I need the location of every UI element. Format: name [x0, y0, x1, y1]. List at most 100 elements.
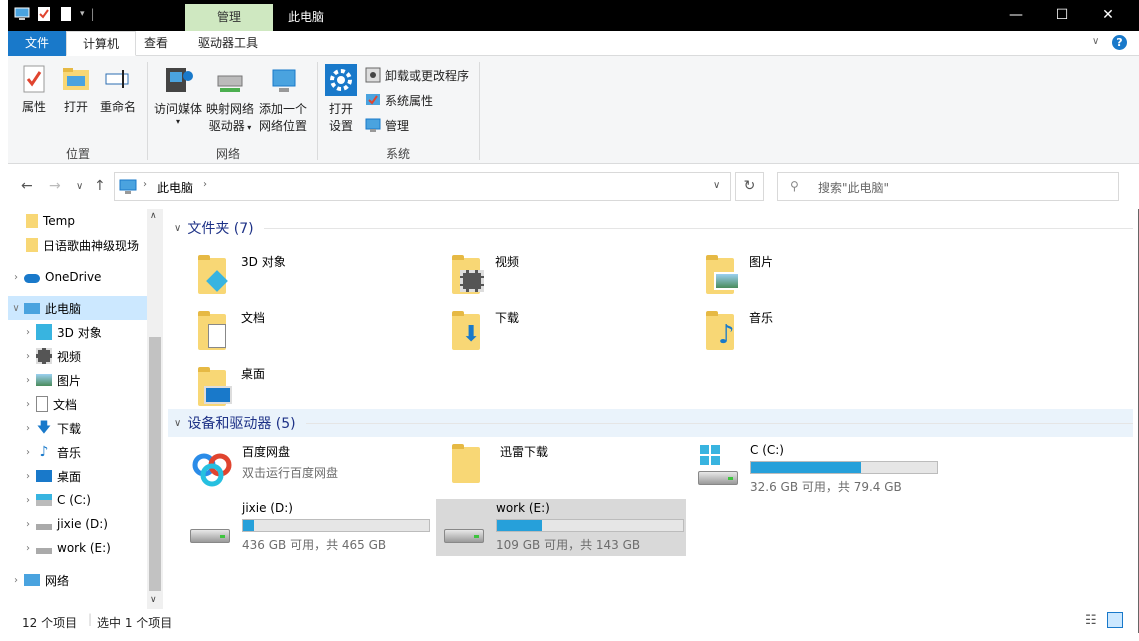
- context-tab-manage[interactable]: 管理: [185, 4, 273, 31]
- expand-chevron-icon[interactable]: ›: [20, 495, 36, 506]
- expand-chevron-icon[interactable]: ›: [20, 423, 36, 434]
- up-arrow-icon[interactable]: ↑: [94, 178, 106, 194]
- desktop-icon: [36, 470, 52, 482]
- close-button[interactable]: ✕: [1085, 0, 1131, 31]
- scrollbar-thumb[interactable]: [149, 337, 161, 591]
- drive-e[interactable]: work (E:) 109 GB 可用，共 143 GB: [436, 499, 686, 556]
- folder-music[interactable]: ♪ 音乐: [700, 303, 773, 357]
- search-input[interactable]: ⚲ 搜索"此电脑": [777, 172, 1119, 201]
- address-dropdown-icon[interactable]: ∨: [713, 180, 720, 191]
- details-view-icon[interactable]: ☷: [1085, 613, 1097, 628]
- back-arrow-icon[interactable]: ←: [21, 178, 33, 194]
- expand-chevron-icon[interactable]: ›: [20, 447, 36, 458]
- computer-icon[interactable]: [14, 6, 30, 22]
- folder-label: 桌面: [241, 367, 266, 381]
- help-icon[interactable]: ?: [1112, 35, 1127, 50]
- nav-item-drive-d[interactable]: › jixie (D:): [8, 512, 147, 536]
- drive-c[interactable]: C (C:) 32.6 GB 可用，共 79.4 GB: [696, 441, 938, 503]
- uninstall-button[interactable]: 卸载或更改程序: [365, 65, 469, 85]
- recent-locations-icon[interactable]: ∨: [76, 181, 83, 192]
- open-settings-button[interactable]: 打开 设置: [322, 64, 360, 135]
- expand-chevron-icon[interactable]: ›: [20, 399, 36, 410]
- breadcrumb-chevron-icon[interactable]: ›: [203, 179, 207, 190]
- tab-computer[interactable]: 计算机: [66, 31, 136, 56]
- scroll-down-icon[interactable]: ∨: [150, 595, 157, 605]
- expand-chevron-icon[interactable]: ›: [20, 471, 36, 482]
- nav-item-videos[interactable]: › 视频: [8, 344, 147, 368]
- map-drive-button[interactable]: 映射网络 驱动器 ▾: [205, 64, 255, 136]
- nav-item-pictures[interactable]: › 图片: [8, 368, 147, 392]
- nav-label: 3D 对象: [57, 325, 102, 340]
- nav-item-documents[interactable]: › 文档: [8, 392, 147, 416]
- folder-documents[interactable]: 文档: [192, 303, 265, 357]
- maximize-button[interactable]: ☐: [1039, 0, 1085, 31]
- nav-label: 视频: [57, 349, 82, 364]
- group-divider: [147, 62, 148, 160]
- tab-drive-tools[interactable]: 驱动器工具: [188, 31, 268, 56]
- collapse-ribbon-icon[interactable]: ∨: [1092, 36, 1099, 47]
- manage-button[interactable]: 管理: [365, 115, 409, 135]
- address-field[interactable]: › 此电脑 › ∨: [114, 172, 731, 201]
- music-note-icon: ♪: [718, 320, 735, 350]
- device-baidu-netdisk[interactable]: 百度网盘 双击运行百度网盘: [188, 441, 338, 503]
- title-bar: ▾ | 管理 此电脑 — ☐ ✕: [8, 0, 1139, 31]
- properties-icon: [23, 65, 45, 93]
- selection-count: 选中 1 个项目: [97, 616, 173, 630]
- folder-videos[interactable]: 视频: [446, 247, 519, 301]
- nav-item-desktop[interactable]: › 桌面: [8, 464, 147, 488]
- folder-3d-objects[interactable]: 3D 对象: [192, 247, 286, 301]
- properties-button[interactable]: 属性: [16, 64, 52, 116]
- drive-usage-bar: [750, 461, 938, 474]
- nav-item-this-pc[interactable]: ∨ 此电脑: [8, 296, 147, 320]
- tab-file[interactable]: 文件: [8, 31, 66, 56]
- refresh-button[interactable]: ↻: [735, 172, 764, 201]
- large-icons-view-icon[interactable]: [1107, 612, 1123, 628]
- drive-name: C (C:): [750, 443, 784, 457]
- nav-item-drive-c[interactable]: › C (C:): [8, 488, 147, 512]
- collapse-chevron-icon[interactable]: ∨: [8, 303, 24, 314]
- expand-chevron-icon[interactable]: ›: [20, 375, 36, 386]
- new-file-icon[interactable]: [58, 6, 74, 22]
- nav-item-downloads[interactable]: › 🡇 下载: [8, 416, 147, 440]
- nav-item-3d-objects[interactable]: › 3D 对象: [8, 320, 147, 344]
- folder-desktop[interactable]: 桌面: [192, 359, 265, 413]
- drives-section-header[interactable]: ∨ 设备和驱动器 (5): [168, 409, 1133, 437]
- access-media-button[interactable]: 访问媒体 ▾: [152, 64, 204, 126]
- folder-label: 文档: [241, 311, 266, 325]
- nav-item-onedrive[interactable]: › OneDrive: [8, 265, 147, 289]
- scroll-up-icon[interactable]: ∧: [150, 211, 157, 221]
- open-button[interactable]: 打开: [58, 64, 94, 116]
- tab-view[interactable]: 查看: [134, 31, 178, 56]
- expand-chevron-icon[interactable]: ›: [8, 272, 24, 283]
- film-icon: [460, 270, 484, 292]
- properties-check-icon[interactable]: [36, 6, 52, 22]
- expand-chevron-icon[interactable]: ›: [20, 519, 36, 530]
- nav-item-drive-e[interactable]: › work (E:): [8, 536, 147, 560]
- system-properties-button[interactable]: 系统属性: [365, 90, 433, 110]
- nav-scrollbar[interactable]: ∧ ∨: [147, 209, 163, 609]
- nav-item-temp[interactable]: Temp: [8, 209, 147, 233]
- breadcrumb-chevron-icon[interactable]: ›: [143, 179, 147, 190]
- expand-chevron-icon[interactable]: ›: [20, 327, 36, 338]
- forward-arrow-icon[interactable]: →: [49, 178, 61, 194]
- section-collapse-icon[interactable]: ∨: [174, 418, 181, 429]
- folder-xunlei-downloads[interactable]: 迅雷下载: [446, 441, 548, 503]
- rename-button[interactable]: 重命名: [98, 64, 138, 116]
- drive-d[interactable]: jixie (D:) 436 GB 可用，共 465 GB: [188, 499, 430, 561]
- folder-downloads[interactable]: ⬇ 下载: [446, 303, 519, 357]
- qat-dropdown-icon[interactable]: ▾: [80, 9, 85, 19]
- expand-chevron-icon[interactable]: ›: [20, 351, 36, 362]
- breadcrumb-this-pc[interactable]: 此电脑: [157, 179, 193, 196]
- add-network-location-button[interactable]: 添加一个 网络位置: [257, 64, 309, 135]
- drive-size: 436 GB 可用，共 465 GB: [242, 538, 387, 552]
- folders-section-header[interactable]: ∨ 文件夹 (7): [168, 214, 1133, 242]
- nav-item-japanese-songs[interactable]: 日语歌曲神级现场: [8, 233, 147, 257]
- folder-pictures[interactable]: 图片: [700, 247, 773, 301]
- minimize-button[interactable]: —: [993, 0, 1039, 31]
- section-collapse-icon[interactable]: ∨: [174, 223, 181, 234]
- expand-chevron-icon[interactable]: ›: [8, 575, 24, 586]
- nav-item-network[interactable]: › 网络: [8, 568, 147, 592]
- drive-size: 109 GB 可用，共 143 GB: [496, 538, 641, 552]
- expand-chevron-icon[interactable]: ›: [20, 543, 36, 554]
- nav-item-music[interactable]: › ♪ 音乐: [8, 440, 147, 464]
